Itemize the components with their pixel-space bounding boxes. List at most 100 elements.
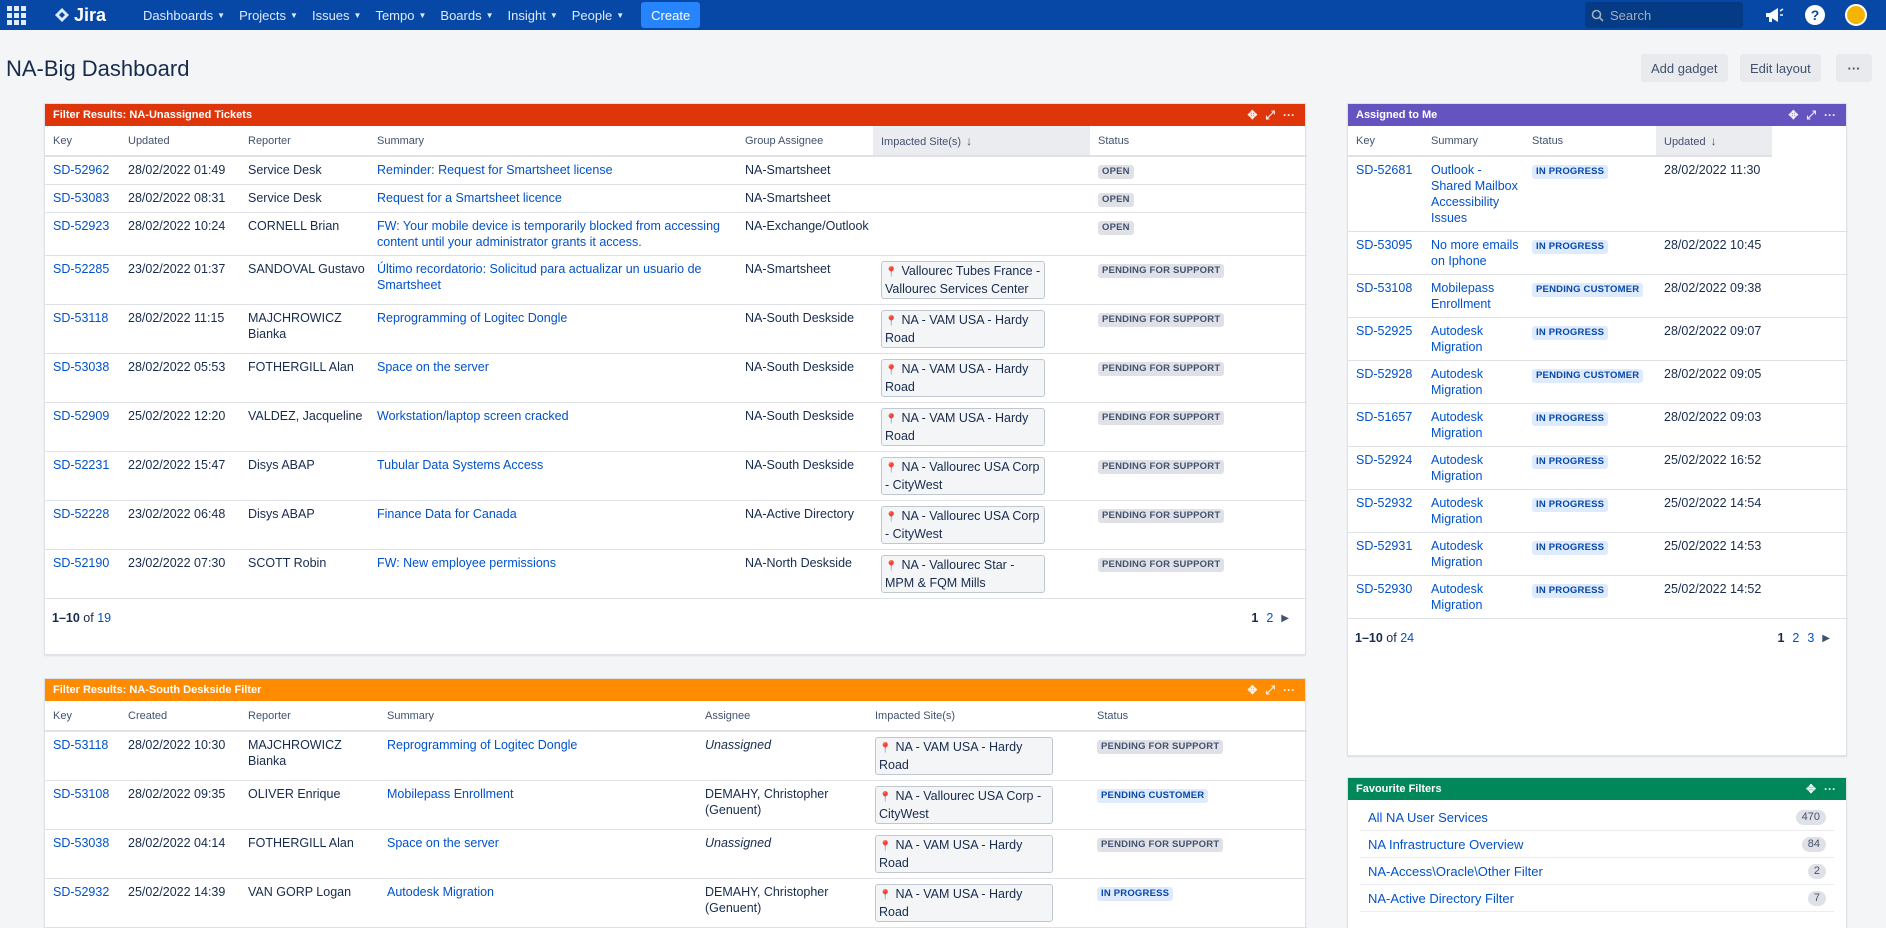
app-switcher-icon[interactable] [2, 1, 30, 29]
gadget-menu-icon[interactable]: ··· [1283, 683, 1295, 698]
issue-summary[interactable]: No more emails on Iphone [1423, 231, 1524, 275]
issue-summary[interactable]: Request for a Smartsheet licence [369, 184, 737, 213]
issue-key[interactable]: SD-52932 [1348, 489, 1423, 533]
favourite-filter-name[interactable]: NA-Active Directory Filter [1368, 891, 1514, 906]
create-button[interactable]: Create [641, 2, 701, 28]
issue-summary[interactable]: Finance Data for Canada [369, 500, 737, 550]
move-icon[interactable]: ✥ [1806, 782, 1816, 796]
notifications-megaphone-icon[interactable] [1763, 4, 1785, 26]
impacted-site-chip[interactable]: 📍 NA - VAM USA - Hardy Road [875, 835, 1053, 873]
total-count[interactable]: 19 [97, 611, 111, 625]
move-icon[interactable]: ✥ [1788, 108, 1798, 123]
issue-summary[interactable]: Outlook - Shared Mailbox Accessibility I… [1423, 156, 1524, 232]
issue-key[interactable]: SD-52231 [45, 451, 120, 501]
page-link[interactable]: 1 [1251, 611, 1258, 627]
maximize-icon[interactable]: ⤢ [1265, 108, 1275, 123]
gadget-menu-icon[interactable]: ··· [1283, 108, 1295, 123]
issue-key[interactable]: SD-53083 [45, 184, 120, 213]
impacted-site-chip[interactable]: 📍 NA - VAM USA - Hardy Road [881, 359, 1045, 397]
page-link[interactable]: 3 [1807, 631, 1814, 647]
issue-key[interactable]: SD-52932 [45, 878, 120, 928]
next-page-icon[interactable]: ▶ [1822, 631, 1830, 647]
favourite-filter-name[interactable]: NA Infrastructure Overview [1368, 837, 1523, 852]
issue-summary[interactable]: Autodesk Migration [1423, 360, 1524, 404]
column-header-impacted-site-s-[interactable]: Impacted Site(s) [867, 701, 1089, 732]
issue-key[interactable]: SD-52228 [45, 500, 120, 550]
issue-summary[interactable]: Reprogramming of Logitec Dongle [379, 731, 697, 781]
issue-summary[interactable]: Mobilepass Enrollment [1423, 274, 1524, 318]
issue-key[interactable]: SD-52931 [1348, 532, 1423, 576]
issue-key[interactable]: SD-53038 [45, 829, 120, 879]
issue-key[interactable]: SD-52909 [45, 402, 120, 452]
total-count[interactable]: 24 [1400, 631, 1414, 645]
impacted-site-chip[interactable]: 📍 Vallourec Tubes France - Vallourec Serv… [881, 261, 1045, 299]
issue-summary[interactable]: Space on the server [379, 829, 697, 879]
user-avatar[interactable] [1845, 4, 1867, 26]
impacted-site-chip[interactable]: 📍 NA - VAM USA - Hardy Road [881, 310, 1045, 348]
column-header-status[interactable]: Status [1090, 126, 1307, 157]
issue-key[interactable]: SD-52962 [45, 156, 120, 185]
next-page-icon[interactable]: ▶ [1281, 611, 1289, 627]
impacted-site-chip[interactable]: 📍 NA - Vallourec USA Corp - CityWest [881, 457, 1045, 495]
favourite-filter-item[interactable]: NA-Access\Oracle\Other Filter 2 [1360, 858, 1834, 885]
maximize-icon[interactable]: ⤢ [1806, 108, 1816, 123]
column-header-impacted-site-s-[interactable]: Impacted Site(s) ↓ [873, 126, 1090, 157]
issue-summary[interactable]: FW: Your mobile device is temporarily bl… [369, 212, 737, 256]
search-input[interactable]: Search [1585, 2, 1743, 28]
page-link[interactable]: 2 [1792, 631, 1799, 647]
issue-summary[interactable]: Autodesk Migration [1423, 489, 1524, 533]
page-link[interactable]: 1 [1777, 631, 1784, 647]
move-icon[interactable]: ✥ [1247, 108, 1257, 123]
move-icon[interactable]: ✥ [1247, 683, 1257, 698]
nav-boards[interactable]: Boards ▼ [433, 0, 500, 30]
gadget-menu-icon[interactable]: ··· [1824, 108, 1836, 123]
add-gadget-button[interactable]: Add gadget [1641, 54, 1728, 82]
issue-key[interactable]: SD-52928 [1348, 360, 1423, 404]
favourite-filter-item[interactable]: All NA User Services 470 [1360, 804, 1834, 831]
issue-key[interactable]: SD-53038 [45, 353, 120, 403]
more-options-button[interactable]: ··· [1836, 54, 1872, 82]
impacted-site-chip[interactable]: 📍 NA - VAM USA - Hardy Road [881, 408, 1045, 446]
favourite-filter-item[interactable]: NA-Active Directory Filter 7 [1360, 885, 1834, 912]
issue-summary[interactable]: Workstation/laptop screen cracked [369, 402, 737, 452]
issue-summary[interactable]: Space on the server [369, 353, 737, 403]
impacted-site-chip[interactable]: 📍 NA - Vallourec USA Corp - CityWest [881, 506, 1045, 544]
column-header-key[interactable]: Key [1348, 126, 1423, 157]
favourite-filter-name[interactable]: All NA User Services [1368, 810, 1488, 825]
issue-summary[interactable]: Autodesk Migration [1423, 317, 1524, 361]
issue-key[interactable]: SD-53108 [1348, 274, 1423, 318]
issue-key[interactable]: SD-52923 [45, 212, 120, 256]
column-header-updated[interactable]: Updated ↓ [1656, 126, 1772, 157]
column-header-updated[interactable]: Updated [120, 126, 240, 157]
nav-issues[interactable]: Issues ▼ [305, 0, 369, 30]
nav-insight[interactable]: Insight ▼ [501, 0, 565, 30]
edit-layout-button[interactable]: Edit layout [1740, 54, 1821, 82]
maximize-icon[interactable]: ⤢ [1265, 683, 1275, 698]
column-header-summary[interactable]: Summary [379, 701, 697, 732]
column-header-assignee[interactable]: Assignee [697, 701, 867, 732]
nav-tempo[interactable]: Tempo ▼ [368, 0, 433, 30]
column-header-status[interactable]: Status [1089, 701, 1307, 732]
column-header-created[interactable]: Created [120, 701, 240, 732]
impacted-site-chip[interactable]: 📍 NA - Vallourec USA Corp - CityWest [875, 786, 1053, 824]
issue-key[interactable]: SD-52190 [45, 549, 120, 599]
issue-summary[interactable]: Reprogramming of Logitec Dongle [369, 304, 737, 354]
page-link[interactable]: 2 [1266, 611, 1273, 627]
gadget-menu-icon[interactable]: ··· [1824, 782, 1836, 796]
column-header-status[interactable]: Status [1524, 126, 1656, 157]
issue-key[interactable]: SD-52285 [45, 255, 120, 305]
jira-logo[interactable]: Jira [54, 5, 106, 26]
issue-key[interactable]: SD-53118 [45, 731, 120, 781]
column-header-group-assignee[interactable]: Group Assignee [737, 126, 873, 157]
column-header-key[interactable]: Key [45, 701, 120, 732]
issue-summary[interactable]: Autodesk Migration [1423, 446, 1524, 490]
column-header-summary[interactable]: Summary [1423, 126, 1524, 157]
issue-summary[interactable]: Autodesk Migration [1423, 403, 1524, 447]
issue-key[interactable]: SD-52924 [1348, 446, 1423, 490]
help-icon[interactable]: ? [1804, 4, 1826, 26]
issue-key[interactable]: SD-52681 [1348, 156, 1423, 232]
favourite-filter-name[interactable]: NA-Access\Oracle\Other Filter [1368, 864, 1543, 879]
column-header-summary[interactable]: Summary [369, 126, 737, 157]
issue-key[interactable]: SD-53108 [45, 780, 120, 830]
issue-summary[interactable]: Reminder: Request for Smartsheet license [369, 156, 737, 185]
